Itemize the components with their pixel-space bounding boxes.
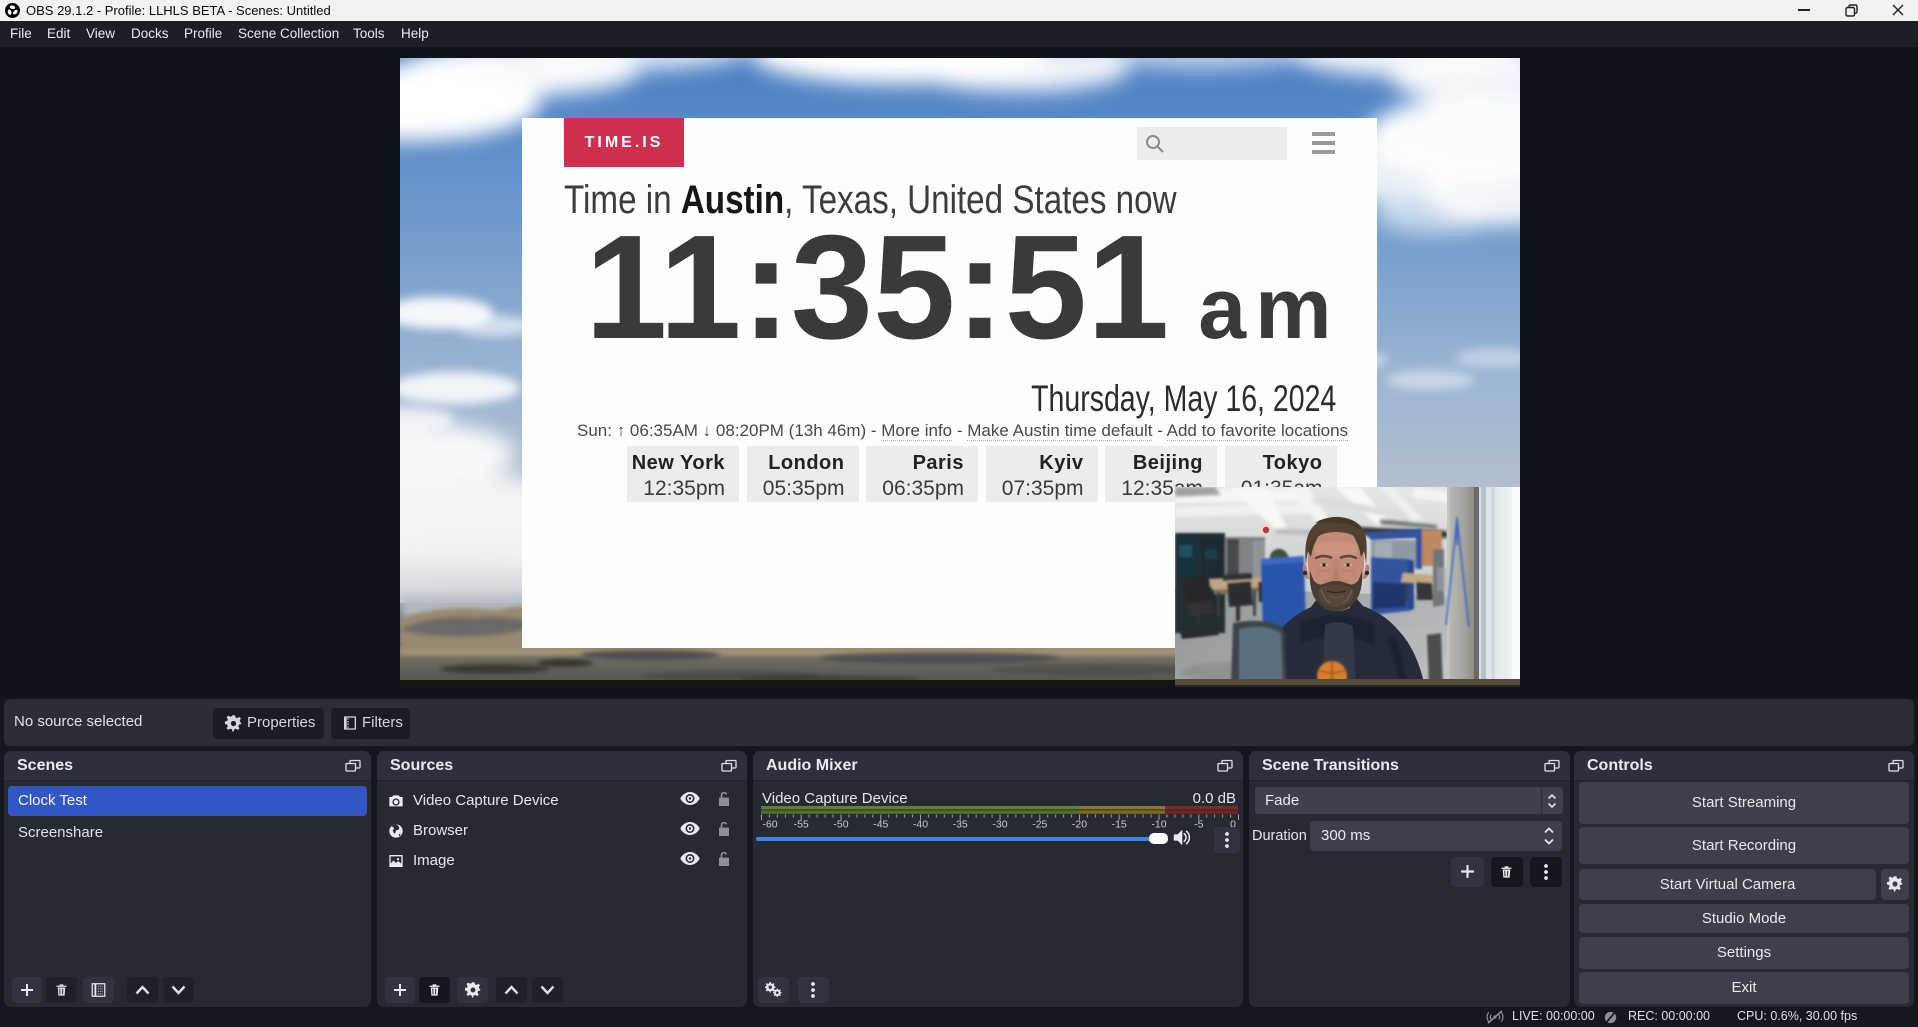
svg-text:-40: -40 bbox=[913, 819, 928, 831]
svg-text:-25: -25 bbox=[1032, 819, 1047, 831]
svg-text:-5: -5 bbox=[1194, 819, 1203, 831]
svg-text:-20: -20 bbox=[1072, 819, 1087, 831]
svg-text:-30: -30 bbox=[992, 819, 1007, 831]
svg-text:-35: -35 bbox=[953, 819, 968, 831]
svg-text:-45: -45 bbox=[873, 819, 888, 831]
svg-text:-55: -55 bbox=[794, 819, 809, 831]
svg-text:-50: -50 bbox=[833, 819, 848, 831]
svg-text:-10: -10 bbox=[1151, 819, 1166, 831]
svg-text:-15: -15 bbox=[1112, 819, 1127, 831]
svg-text:-60: -60 bbox=[762, 819, 777, 831]
